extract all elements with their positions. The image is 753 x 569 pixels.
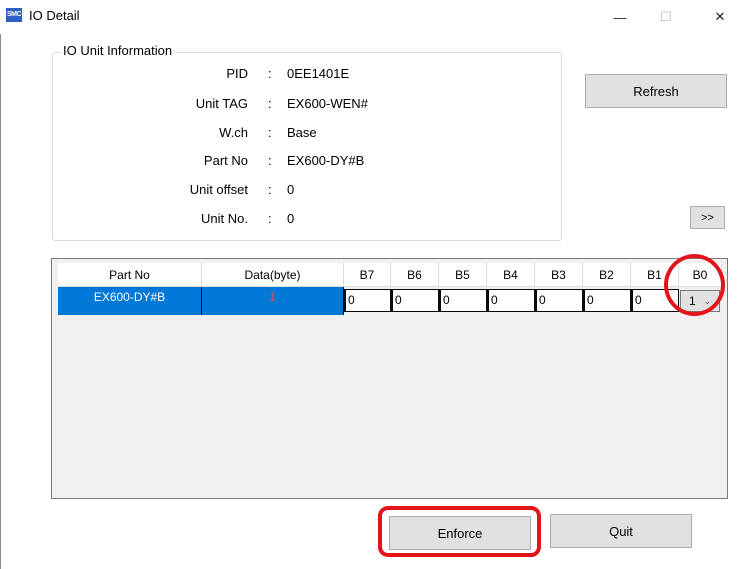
annotation-circle [664,254,725,316]
quit-button[interactable]: Quit [550,514,692,548]
unit-no-value: 0 [287,211,295,226]
wch-label: W.ch [219,125,248,140]
app-icon: SMC [6,8,22,22]
title-bar: SMC IO Detail — ☐ ✕ [0,0,753,34]
unit-tag-label: Unit TAG [195,96,248,111]
io-data-grid[interactable]: Part No Data(byte) B7 B6 B5 B4 B3 B2 B1 … [51,258,728,499]
column-header-b4[interactable]: B4 [487,263,535,287]
minimize-button[interactable]: — [597,0,643,34]
column-header-b7[interactable]: B7 [344,263,391,287]
wch-colon: : [268,125,272,140]
b3-input[interactable]: 0 [535,289,583,312]
unit-offset-label: Unit offset [189,182,248,197]
part-no-value: EX600-DY#B [287,153,365,168]
expand-button[interactable]: >> [690,206,725,229]
minimize-icon: — [613,9,627,25]
window-border [0,0,1,569]
column-header-data-byte[interactable]: Data(byte) [202,263,344,287]
wch-value: Base [287,125,317,140]
pid-colon: : [268,66,272,81]
maximize-icon: ☐ [660,9,672,24]
unit-no-label: Unit No. [201,211,248,226]
b4-input[interactable]: 0 [487,289,535,312]
column-header-b6[interactable]: B6 [391,263,439,287]
part-no-label: Part No [203,153,248,168]
column-header-b5[interactable]: B5 [439,263,487,287]
unit-tag-value: EX600-WEN# [287,96,368,111]
maximize-button[interactable]: ☐ [643,0,689,34]
group-title: IO Unit Information [60,43,176,58]
row-data-byte-cell[interactable]: 1 [202,287,344,315]
annotation-rectangle [378,506,541,557]
b6-input[interactable]: 0 [391,289,439,312]
b5-input[interactable]: 0 [439,289,487,312]
pid-value: 0EE1401E [287,66,350,81]
unit-offset-colon: : [268,182,272,197]
refresh-button[interactable]: Refresh [585,74,727,108]
unit-offset-value: 0 [287,182,295,197]
column-header-b2[interactable]: B2 [583,263,631,287]
pid-label: PID [226,66,248,81]
part-no-colon: : [268,153,272,168]
column-header-b3[interactable]: B3 [535,263,583,287]
close-icon: ✕ [714,9,726,24]
column-header-part-no[interactable]: Part No [58,263,202,287]
row-part-no-cell[interactable]: EX600-DY#B [58,287,202,315]
unit-tag-colon: : [268,96,272,111]
close-button[interactable]: ✕ [697,0,743,34]
b7-input[interactable]: 0 [344,289,391,312]
window-title: IO Detail [29,8,80,23]
unit-no-colon: : [268,211,272,226]
b2-input[interactable]: 0 [583,289,631,312]
